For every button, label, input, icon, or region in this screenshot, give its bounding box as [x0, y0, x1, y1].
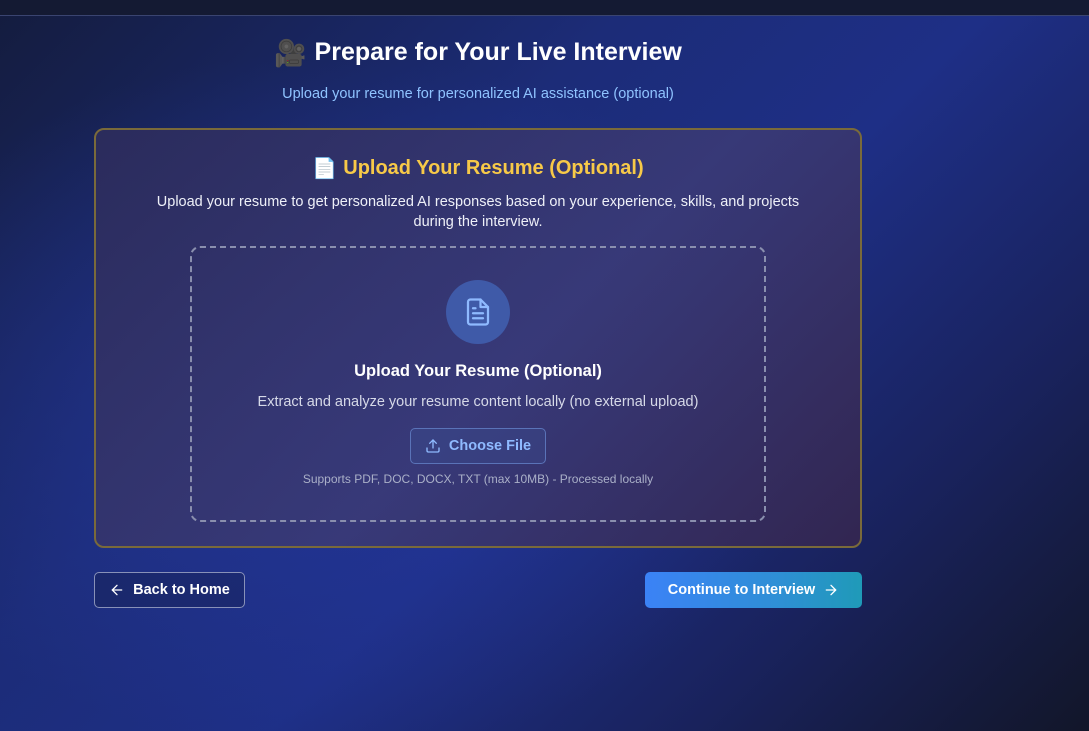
- dropzone-description: Extract and analyze your resume content …: [257, 394, 699, 410]
- file-text-icon: [446, 280, 510, 344]
- page-subtitle: Upload your resume for personalized AI a…: [282, 86, 674, 102]
- card-title: 📄 Upload Your Resume (Optional): [96, 156, 860, 181]
- upload-icon: [425, 438, 441, 454]
- page-title: 🎥 Prepare for Your Live Interview: [0, 38, 956, 67]
- continue-to-interview-button[interactable]: Continue to Interview: [645, 572, 862, 608]
- continue-label: Continue to Interview: [667, 582, 816, 598]
- back-to-home-button[interactable]: Back to Home: [94, 572, 245, 608]
- resume-upload-card: 📄 Upload Your Resume (Optional) Upload y…: [94, 128, 862, 548]
- back-to-home-label: Back to Home: [133, 582, 230, 598]
- choose-file-label: Choose File: [448, 438, 532, 454]
- video-camera-icon: 🎥: [274, 37, 307, 68]
- dropzone-title: Upload Your Resume (Optional): [354, 362, 602, 380]
- document-icon: 📄: [312, 158, 338, 180]
- arrow-left-icon: [109, 582, 125, 598]
- choose-file-button[interactable]: Choose File: [410, 428, 546, 464]
- top-bar: [0, 0, 1089, 16]
- card-description: Upload your resume to get personalized A…: [156, 194, 800, 230]
- supported-formats-note: Supports PDF, DOC, DOCX, TXT (max 10MB) …: [302, 472, 654, 486]
- resume-dropzone[interactable]: Upload Your Resume (Optional) Extract an…: [190, 246, 766, 522]
- card-title-text: Upload Your Resume (Optional): [343, 157, 644, 179]
- page-title-text: Prepare for Your Live Interview: [314, 38, 682, 66]
- arrow-right-icon: [823, 582, 839, 598]
